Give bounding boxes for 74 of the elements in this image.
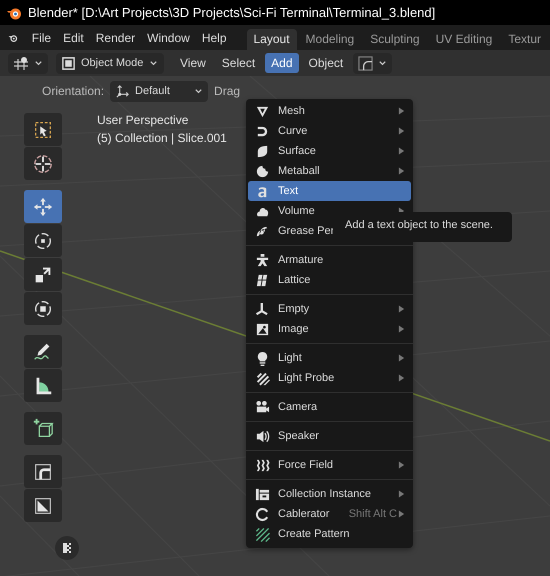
- tool-button[interactable]: [24, 335, 62, 368]
- editor-type-dropdown[interactable]: [8, 52, 48, 74]
- lattice-icon: [255, 272, 270, 288]
- menu-item[interactable]: Collection Instance: [248, 484, 411, 504]
- tool-button[interactable]: [24, 412, 62, 445]
- orientation-label: Orientation:: [42, 84, 104, 98]
- tool-button[interactable]: [24, 113, 62, 146]
- mode-dropdown[interactable]: Object Mode: [56, 52, 164, 74]
- header-menu[interactable]: Object: [302, 53, 350, 73]
- menu-item[interactable]: Help: [196, 30, 232, 44]
- workspace-tab[interactable]: Modeling: [298, 29, 362, 50]
- ring-icon: [255, 506, 270, 522]
- stripes-icon: [255, 526, 270, 542]
- figure-icon: [255, 252, 270, 268]
- menu-item[interactable]: Mesh: [248, 101, 411, 121]
- tooltip: Add a text object to the scene.: [333, 212, 512, 242]
- surface-icon: [255, 144, 270, 158]
- menu-item[interactable]: Curve: [248, 121, 411, 141]
- workspace-tab[interactable]: Layout: [246, 29, 297, 50]
- move-icon: [32, 196, 54, 218]
- probe-icon: [255, 370, 270, 386]
- cursor-icon: [32, 152, 54, 174]
- window-title: Blender* [D:\Art Projects\3D Projects\Sci-Fi Terminal\Terminal_3.blend]: [28, 5, 436, 20]
- workspace-tab[interactable]: Textur: [501, 29, 548, 50]
- tool-button[interactable]: [24, 455, 62, 488]
- tool-button[interactable]: [24, 224, 62, 257]
- menu-item[interactable]: File: [26, 30, 58, 44]
- speaker-icon: [255, 428, 270, 444]
- header-menu[interactable]: View: [174, 53, 212, 73]
- tool-button[interactable]: [24, 489, 62, 522]
- menu-item[interactable]: Force Field: [248, 455, 411, 475]
- image-icon: [255, 322, 270, 336]
- checker-icon[interactable]: [55, 536, 79, 560]
- menu-item[interactable]: Render: [90, 30, 142, 44]
- square-icon: [61, 56, 76, 70]
- drag-label: Drag: [214, 84, 240, 98]
- menu-item[interactable]: Empty: [248, 299, 411, 319]
- add-cube-icon: [32, 418, 54, 440]
- menu-item[interactable]: Camera: [248, 397, 411, 417]
- menu-item[interactable]: Metaball: [248, 161, 411, 181]
- menu-item[interactable]: Create Pattern: [248, 524, 411, 544]
- lightbulb-icon: [255, 350, 270, 366]
- chevron-down-icon: [194, 86, 204, 96]
- tool-button[interactable]: [24, 369, 62, 402]
- chevron-down-icon: [34, 58, 43, 68]
- workspace-tab[interactable]: UV Editing: [428, 29, 500, 50]
- menu-item[interactable]: Armature: [248, 250, 411, 270]
- menu-item[interactable]: Window: [141, 30, 196, 44]
- metaball-icon: [255, 164, 270, 178]
- context-label: (5) Collection | Slice.001: [97, 131, 227, 145]
- waves-icon: [255, 458, 270, 472]
- menu-item[interactable]: Cablerator Shift Alt C: [248, 504, 411, 524]
- menu-item[interactable]: Light Probe: [248, 368, 411, 388]
- header-menu[interactable]: Add: [265, 53, 299, 73]
- menu-item[interactable]: Surface: [248, 141, 411, 161]
- corner-icon: [358, 56, 374, 70]
- menu-item[interactable]: Light: [248, 348, 411, 368]
- menu-item[interactable]: Speaker: [248, 426, 411, 446]
- menu-item[interactable]: Image: [248, 319, 411, 339]
- menu-item[interactable]: Lattice: [248, 270, 411, 290]
- menu-item[interactable]: Text: [248, 181, 411, 201]
- view-name: User Perspective: [97, 113, 190, 127]
- chevron-down-icon: [149, 58, 158, 68]
- tool-button[interactable]: [24, 258, 62, 291]
- shading-dropdown[interactable]: [353, 52, 392, 74]
- tool-button[interactable]: [24, 147, 62, 180]
- box-stack-icon: [255, 486, 270, 502]
- camera-icon: [255, 400, 270, 414]
- workspace-tab[interactable]: Sculpting: [363, 29, 427, 50]
- menu-item[interactable]: Edit: [57, 30, 90, 44]
- orientation-dropdown[interactable]: Default: [110, 80, 208, 102]
- chevron-down-icon: [378, 58, 388, 68]
- tool-button[interactable]: [24, 292, 62, 325]
- header-menu[interactable]: Select: [216, 53, 262, 73]
